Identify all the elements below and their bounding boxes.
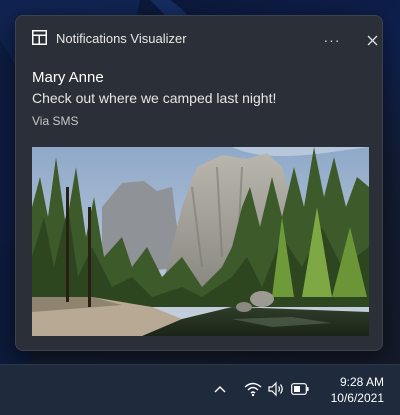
- taskbar-clock[interactable]: 9:28 AM 10/6/2021: [320, 374, 384, 406]
- message-text: Check out where we camped last night!: [32, 90, 277, 106]
- notification-toast[interactable]: Notifications Visualizer ··· Mary Anne C…: [15, 15, 383, 351]
- chevron-up-icon[interactable]: [212, 382, 228, 398]
- app-name: Notifications Visualizer: [56, 31, 187, 46]
- taskbar: 9:28 AM 10/6/2021: [0, 364, 400, 415]
- sender-name: Mary Anne: [32, 69, 104, 86]
- volume-icon[interactable]: [267, 381, 285, 397]
- clock-time: 9:28 AM: [339, 375, 384, 389]
- close-icon: [367, 35, 377, 45]
- hero-image: [32, 147, 369, 336]
- battery-icon[interactable]: [291, 383, 309, 395]
- close-button[interactable]: [358, 28, 382, 52]
- clock-date: 10/6/2021: [330, 391, 384, 405]
- attribution-text: Via SMS: [32, 114, 79, 128]
- wifi-icon[interactable]: [244, 381, 262, 397]
- more-options-button[interactable]: ···: [318, 28, 346, 52]
- more-options-icon: ···: [323, 32, 341, 48]
- app-icon: [32, 30, 47, 45]
